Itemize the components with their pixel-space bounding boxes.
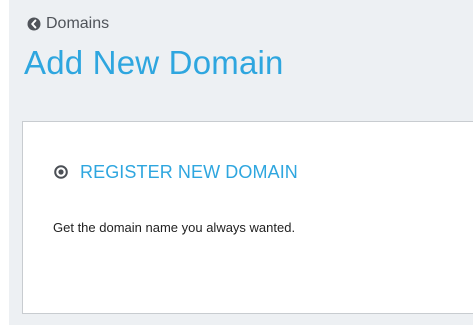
radio-selected-icon	[54, 165, 68, 179]
register-new-domain-title: REGISTER NEW DOMAIN	[80, 162, 298, 182]
chevron-left-circle-icon	[27, 17, 41, 31]
add-domain-page: Domains Add New Domain REGISTER NEW DOMA…	[0, 0, 473, 325]
domain-options-panel: REGISTER NEW DOMAIN Get the domain name …	[22, 121, 473, 314]
page-title: Add New Domain	[24, 44, 284, 81]
back-to-domains-link[interactable]: Domains	[27, 14, 109, 34]
back-link-label: Domains	[46, 15, 110, 32]
register-new-domain-description: Get the domain name you always wanted.	[53, 220, 296, 235]
register-new-domain-option[interactable]: REGISTER NEW DOMAIN	[54, 160, 298, 184]
left-edge-strip	[0, 0, 9, 325]
